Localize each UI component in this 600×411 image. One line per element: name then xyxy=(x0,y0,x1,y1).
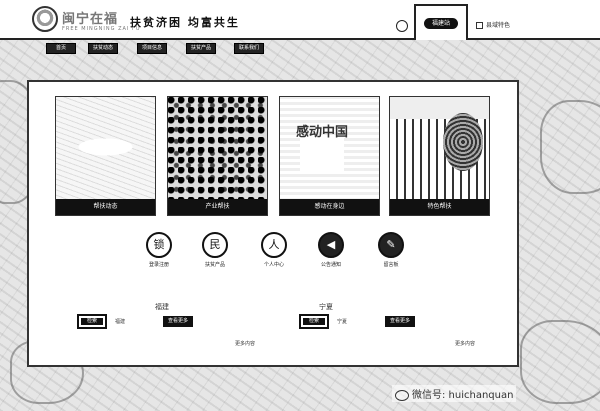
lock-icon: 锁 xyxy=(146,232,172,258)
icon-button-profile[interactable]: 人 个人中心 xyxy=(248,232,300,268)
search-button-right[interactable]: 检索 xyxy=(299,314,329,329)
brand-name: 闽宁在福 xyxy=(62,12,119,27)
card-image: 感动中国 xyxy=(280,97,379,201)
nav-item-home[interactable]: 首页 xyxy=(46,43,76,54)
nav-item-news[interactable]: 扶贫动态 xyxy=(88,43,118,54)
nav-item-projects[interactable]: 项目信息 xyxy=(137,43,167,54)
card-featured[interactable]: 特色帮扶 xyxy=(389,96,490,216)
more-link-right[interactable]: 更多内容 xyxy=(455,340,475,347)
card-caption: 产业帮扶 xyxy=(168,199,267,215)
card-image xyxy=(56,97,155,201)
more-button-right[interactable]: 查看更多 xyxy=(385,316,415,327)
icon-button-login[interactable]: 锁 登录注册 xyxy=(133,232,185,268)
nav-item-products[interactable]: 扶贫产品 xyxy=(186,43,216,54)
header-link-label: 县域特色 xyxy=(486,22,511,29)
header: 闽宁在福 FREE MINGNING ZAI FU 扶贫济困 均富共生 福建站 … xyxy=(0,0,600,40)
watermark-text: 微信号: huichanquan xyxy=(412,390,514,401)
icon-label: 登录注册 xyxy=(148,262,169,268)
card-image xyxy=(168,97,267,201)
section-text-right: 宁夏 xyxy=(337,319,348,325)
chat-icon: ✎ xyxy=(378,232,404,258)
nav-item-contact[interactable]: 联系我们 xyxy=(234,43,264,54)
square-icon xyxy=(476,22,483,29)
tab-active[interactable]: 福建站 xyxy=(414,4,468,40)
button-label: 检索 xyxy=(303,318,325,325)
button-label: 检索 xyxy=(81,318,103,325)
wechat-icon xyxy=(395,389,409,401)
icon-label: 个人中心 xyxy=(263,262,284,268)
icon-button-message[interactable]: ✎ 留言板 xyxy=(365,232,417,268)
brand-sub: FREE MINGNING ZAI FU xyxy=(62,26,141,32)
icon-button-products[interactable]: 民 扶贫产品 xyxy=(189,232,241,268)
card-news[interactable]: 帮扶动态 xyxy=(55,96,156,216)
sign-text: 感动中国 xyxy=(296,125,349,140)
watermark: 微信号: huichanquan xyxy=(392,385,517,402)
icon-button-notice[interactable]: ◀ 公告通知 xyxy=(305,232,357,268)
header-link[interactable]: 县域特色 xyxy=(476,20,510,29)
card-caption: 感动在身边 xyxy=(280,199,379,215)
location-icon[interactable] xyxy=(396,20,408,32)
card-caption: 帮扶动态 xyxy=(56,199,155,215)
section-text-left: 福建 xyxy=(115,319,126,325)
icon-label: 公告通知 xyxy=(320,262,341,268)
search-button-left[interactable]: 检索 xyxy=(77,314,107,329)
section-title-ningxia: 宁夏 xyxy=(319,303,333,311)
icon-label: 留言板 xyxy=(383,262,399,268)
main-panel: 帮扶动态 产业帮扶 感动中国 感动在身边 特色帮扶 锁 登录注册 民 扶贫产品 … xyxy=(27,80,519,367)
card-image xyxy=(390,97,489,201)
main-nav: 首页 扶贫动态 项目信息 扶贫产品 联系我们 xyxy=(0,43,600,55)
active-tab-label: 福建站 xyxy=(424,18,458,29)
card-caption: 特色帮扶 xyxy=(390,199,489,215)
logo-icon[interactable] xyxy=(32,6,58,32)
icon-label: 扶贫产品 xyxy=(204,262,225,268)
more-link-left[interactable]: 更多内容 xyxy=(235,340,255,347)
card-industry[interactable]: 产业帮扶 xyxy=(167,96,268,216)
slogan: 扶贫济困 均富共生 xyxy=(130,16,240,29)
speaker-icon: ◀ xyxy=(318,232,344,258)
badge-icon: 民 xyxy=(202,232,228,258)
section-title-fujian: 福建 xyxy=(155,303,169,311)
user-icon: 人 xyxy=(261,232,287,258)
more-button-left[interactable]: 查看更多 xyxy=(163,316,193,327)
card-stories[interactable]: 感动中国 感动在身边 xyxy=(279,96,380,216)
